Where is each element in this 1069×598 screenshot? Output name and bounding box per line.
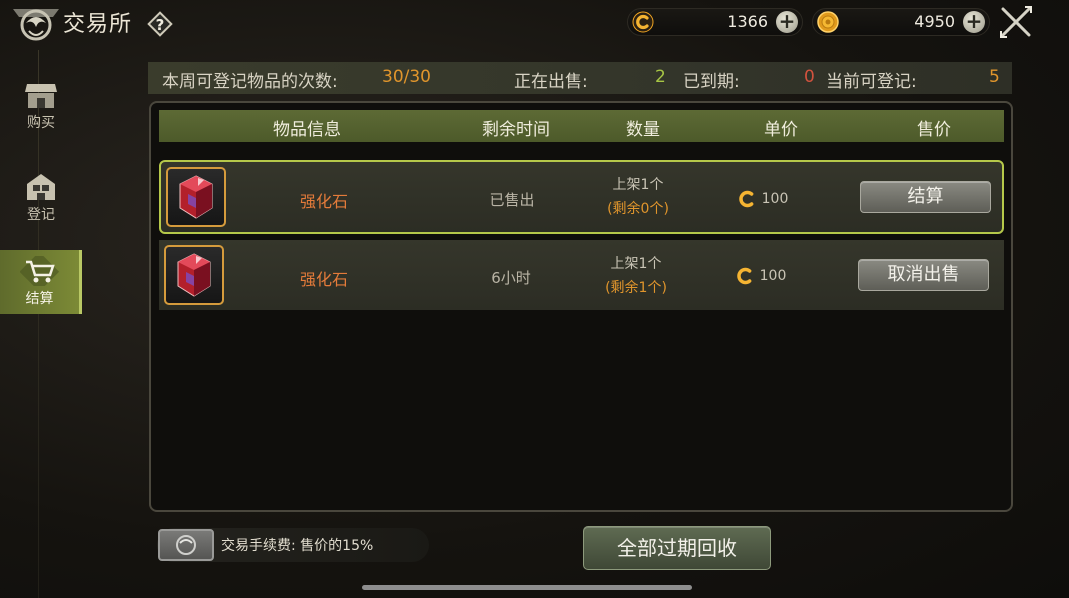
shop-icon <box>25 84 57 108</box>
crossed-swords-icon[interactable] <box>998 4 1034 40</box>
on-sale-label: 正在出售: <box>514 72 588 92</box>
unit-price-value: 100 <box>759 268 787 284</box>
remaining-time: 6小时 <box>491 269 531 287</box>
expired-label: 已到期: <box>683 72 740 92</box>
quantity-remaining: (剩余0个) <box>607 201 669 217</box>
item-slot[interactable] <box>166 167 226 227</box>
on-sale-value: 2 <box>655 67 666 87</box>
bound-coin-amount: 1366 <box>727 12 768 31</box>
fee-text: 交易手续费: 售价的15% <box>221 538 374 554</box>
page-title: 交易所 <box>63 12 133 37</box>
quantity-listed: 上架1个 <box>610 256 662 272</box>
header-remaining-time: 剩余时间 <box>482 120 550 140</box>
sidebar-item-settlement[interactable]: 结算 <box>0 250 82 314</box>
table-row[interactable]: 强化石 6小时 上架1个 (剩余1个) 100 取消出售 <box>159 240 1004 310</box>
red-gem-icon <box>179 175 213 219</box>
header-sale-price: 售价 <box>917 120 951 140</box>
available-label: 当前可登记: <box>826 72 917 92</box>
table-header: 物品信息 剩余时间 数量 单价 售价 <box>159 110 1004 142</box>
unit-price: 100 <box>736 188 789 210</box>
unit-price-value: 100 <box>761 191 789 207</box>
gold-amount: 4950 <box>914 12 955 31</box>
red-gem-icon <box>177 253 211 297</box>
quantity-cell: 上架1个 (剩余0个) <box>607 173 669 221</box>
sidebar-item-label: 登记 <box>27 207 55 223</box>
sidebar-item-label: 结算 <box>25 291 54 307</box>
header-item-info: 物品信息 <box>273 120 341 140</box>
quantity-cell: 上架1个 (剩余1个) <box>605 252 667 300</box>
fee-info: 交易手续费: 售价的15% <box>157 528 429 562</box>
item-name: 强化石 <box>299 192 349 211</box>
available-value: 5 <box>989 67 1000 87</box>
add-bound-coin-button[interactable]: + <box>776 11 798 33</box>
weekly-count-value: 30/30 <box>382 67 431 87</box>
quantity-listed: 上架1个 <box>612 177 664 193</box>
sidebar-item-label: 购买 <box>27 115 55 131</box>
sidebar-item-register[interactable]: 登记 <box>0 166 82 230</box>
table-row[interactable]: 强化石 已售出 上架1个 (剩余0个) 100 结算 <box>159 160 1004 234</box>
cancel-sale-button[interactable]: 取消出售 <box>858 259 989 291</box>
c-coin-icon <box>632 11 654 33</box>
remaining-time: 已售出 <box>489 191 535 209</box>
home-indicator[interactable] <box>362 585 692 590</box>
item-slot[interactable] <box>164 245 224 305</box>
c-coin-icon <box>739 190 754 208</box>
header-quantity: 数量 <box>626 120 660 140</box>
gold-coin-icon <box>817 11 839 33</box>
recycle-all-expired-button[interactable]: 全部过期回收 <box>583 526 771 570</box>
header-unit-price: 单价 <box>764 120 798 140</box>
bound-coin-balance: 1366 + <box>627 8 803 36</box>
sidebar-item-buy[interactable]: 购买 <box>0 74 82 138</box>
c-coin-icon <box>737 267 752 285</box>
fee-ticket-icon <box>158 529 214 561</box>
question-icon[interactable]: ? <box>145 9 175 39</box>
add-gold-button[interactable]: + <box>963 11 985 33</box>
unit-price: 100 <box>734 265 787 287</box>
exchange-logo-icon <box>8 2 64 46</box>
item-name: 强化石 <box>299 270 349 289</box>
register-icon <box>27 174 55 200</box>
weekly-count-label: 本周可登记物品的次数: <box>162 72 338 92</box>
stats-bar: 本周可登记物品的次数: 30/30 正在出售: 2 已到期: 0 当前可登记: … <box>148 62 1012 94</box>
quantity-remaining: (剩余1个) <box>605 280 667 296</box>
svg-text:?: ? <box>156 16 165 34</box>
expired-value: 0 <box>804 67 815 87</box>
cart-icon <box>19 256 59 286</box>
settle-button[interactable]: 结算 <box>860 181 991 213</box>
gold-balance: 4950 + <box>812 8 990 36</box>
